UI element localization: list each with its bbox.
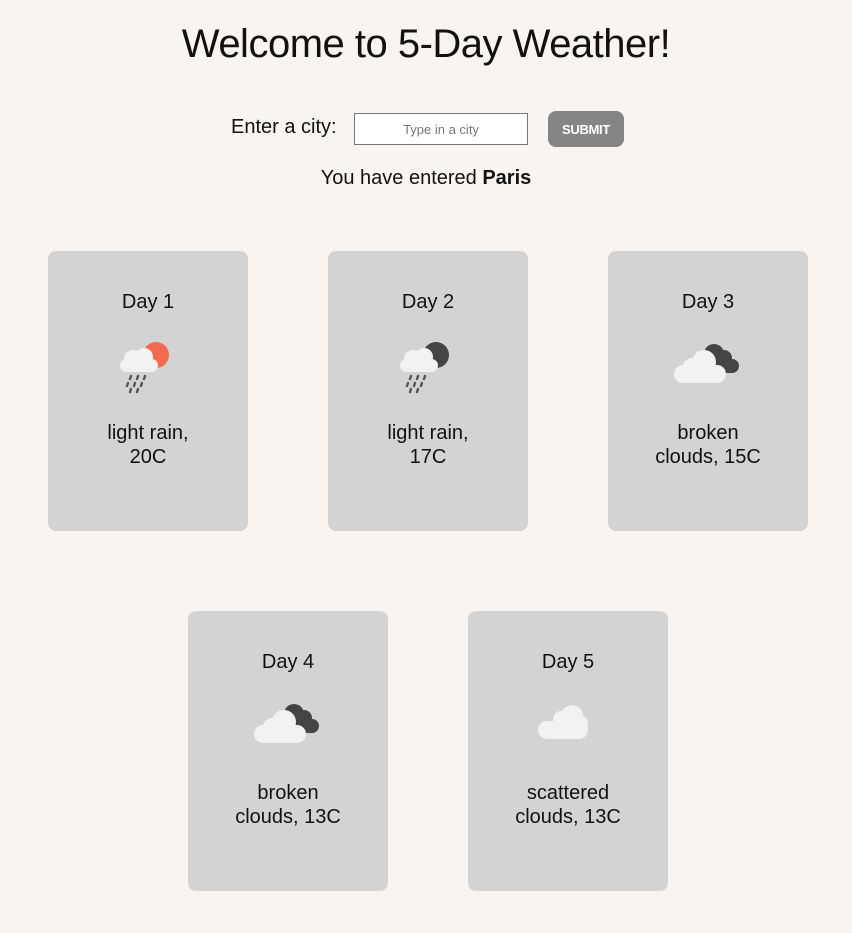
broken-clouds-icon [674,344,739,383]
submit-button[interactable]: SUBMIT [548,111,624,147]
day-label: Day 3 [681,291,735,313]
forecast-temperature: 20C [129,446,167,468]
scattered-clouds-icon [538,705,588,739]
forecast-temperature: clouds, 13C [235,806,341,828]
entered-city: Paris [482,167,532,189]
light-rain-day-icon [120,342,169,394]
forecast-card-day-5: Day 5 scattered clouds, 13C [468,611,668,891]
forecast-card-day-2: Day 2 light rain, 17C [328,251,528,531]
forecast-temperature: clouds, 15C [655,446,761,468]
broken-clouds-icon [254,704,319,743]
city-search-form: Enter a city: SUBMIT [0,111,852,147]
day-label: Day 1 [121,291,175,313]
day-label: Day 2 [401,291,455,313]
light-rain-night-icon [400,342,449,394]
forecast-temperature: 17C [409,446,447,468]
day-label: Day 5 [541,651,595,673]
forecast-card-day-3: Day 3 broken clouds, 15C [608,251,808,531]
forecast-description: broken clouds, 13C [208,781,368,829]
forecast-description: scattered clouds, 13C [488,781,648,829]
city-label: Enter a city: [231,116,337,138]
city-input[interactable] [354,113,528,145]
entered-city-message: You have entered Paris [0,167,852,190]
forecast-description: light rain, 17C [348,421,508,469]
forecast-description: light rain, 20C [68,421,228,469]
forecast-temperature: clouds, 13C [515,806,621,828]
entered-prefix: You have entered [320,167,483,189]
forecast-condition: light rain, [107,422,189,444]
forecast-card-day-1: Day 1 light rain, 20C [48,251,248,531]
forecast-condition: broken [257,782,319,804]
forecast-condition: light rain, [387,422,469,444]
forecast-condition: broken [677,422,739,444]
forecast-condition: scattered [526,782,610,804]
page-title: Welcome to 5-Day Weather! [181,22,671,66]
day-label: Day 4 [261,651,315,673]
forecast-card-day-4: Day 4 broken clouds, 13C [188,611,388,891]
forecast-description: broken clouds, 15C [628,421,788,469]
